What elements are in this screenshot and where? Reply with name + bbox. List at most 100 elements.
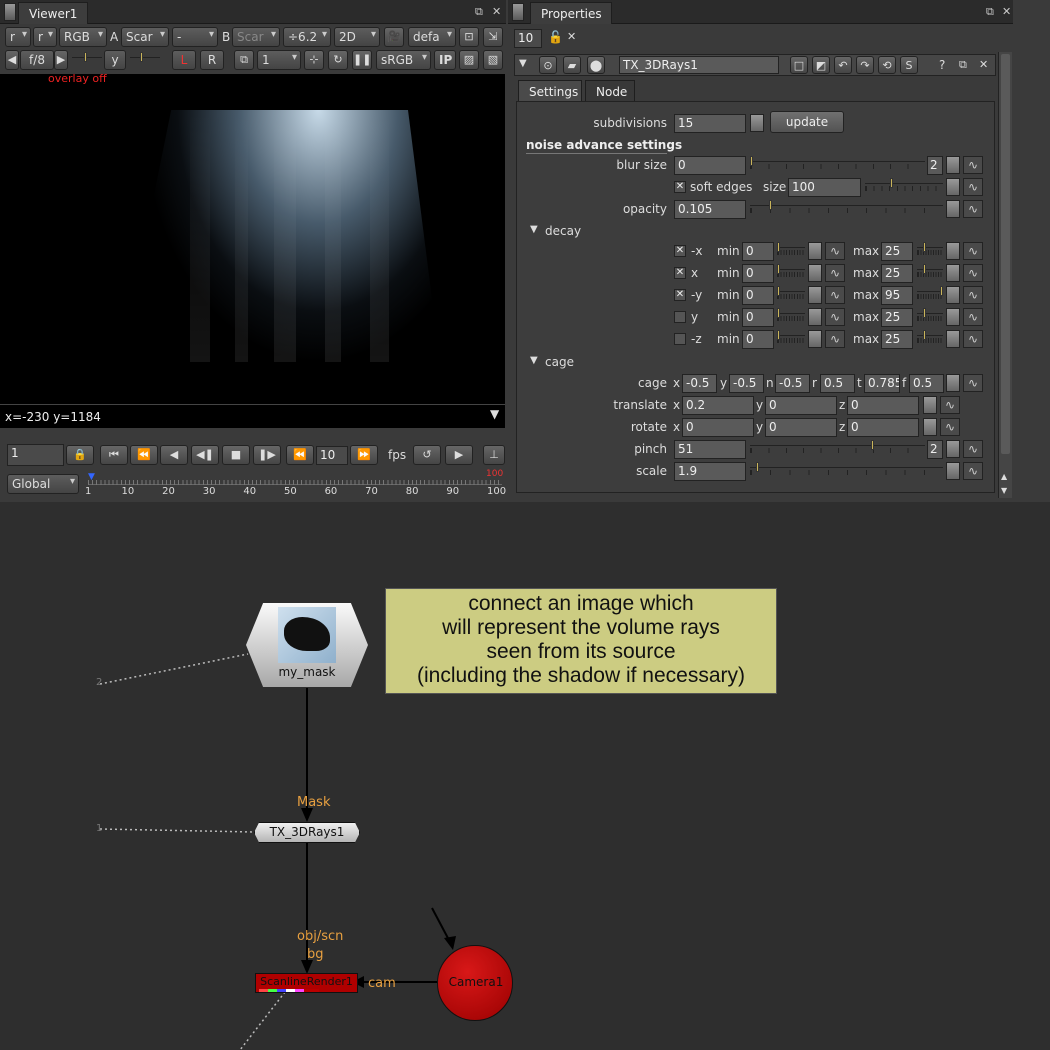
color-chip-icon[interactable]: ⬤ [587, 56, 605, 74]
curve-icon[interactable]: ∿ [963, 374, 983, 392]
camera-icon[interactable]: 🎥 [384, 27, 404, 47]
decay-axis-checkbox[interactable]: ✕ [674, 289, 686, 301]
cage-x-input[interactable]: -0.5 [682, 374, 717, 393]
wipe-icon[interactable]: ⇲ [483, 27, 503, 47]
collapse-icon[interactable]: ▼ [519, 58, 527, 69]
size-input[interactable]: 100 [788, 178, 861, 197]
animation-icon[interactable] [946, 440, 960, 458]
cage-f-input[interactable]: 0.5 [909, 374, 944, 393]
proxy-icon[interactable]: ⧉ [234, 50, 254, 70]
tab-settings[interactable]: Settings [518, 80, 582, 102]
node-graph[interactable]: 2 1 my_mask connect an image which will … [0, 502, 1050, 1050]
animation-icon[interactable] [923, 418, 937, 436]
decay-axis-checkbox[interactable]: ✕ [674, 267, 686, 279]
animation-icon[interactable] [946, 330, 960, 348]
loop-icon[interactable]: ↺ [413, 445, 441, 465]
view-icon[interactable]: ⊙ [539, 56, 557, 74]
current-frame-marker[interactable]: ▼ [88, 472, 95, 482]
curve-icon[interactable]: ∿ [963, 200, 983, 218]
stop-icon[interactable]: ■ [222, 445, 250, 465]
decay-min-slider[interactable] [777, 330, 805, 344]
cage-y-input[interactable]: -0.5 [729, 374, 764, 393]
curve-icon[interactable]: ∿ [825, 264, 845, 282]
decay-max-input[interactable]: 25 [881, 330, 913, 349]
my-mask-node[interactable]: my_mask [246, 603, 368, 687]
animation-icon[interactable] [946, 264, 960, 282]
skip-back-icon[interactable]: ⏪ [286, 445, 314, 465]
rotate-z-input[interactable]: 0 [847, 418, 919, 437]
snapshot-icon[interactable]: ⊡ [459, 27, 479, 47]
animation-icon[interactable] [946, 178, 960, 196]
tab-node[interactable]: Node [585, 80, 635, 102]
decay-max-input[interactable]: 95 [881, 286, 913, 305]
node-name-field[interactable]: TX_3DRays1 [619, 56, 779, 74]
playback-mode-icon[interactable]: ▶ [445, 445, 473, 465]
curve-icon[interactable]: ∿ [825, 242, 845, 260]
scale-slider[interactable] [750, 462, 943, 476]
translate-y-input[interactable]: 0 [765, 396, 837, 415]
curve-icon[interactable]: ∿ [963, 308, 983, 326]
viewer-canvas[interactable]: overlay off [0, 72, 505, 404]
gamma-slider[interactable] [130, 52, 160, 66]
tx-3drays-node[interactable]: TX_3DRays1 [254, 822, 360, 843]
animation-icon[interactable] [808, 308, 822, 326]
info-dropdown-icon[interactable]: ▼ [490, 407, 499, 421]
pinch-input[interactable]: 51 [674, 440, 746, 459]
colorspace-select[interactable]: sRGB [376, 50, 431, 70]
curve-icon[interactable]: ∿ [940, 396, 960, 414]
channel-r2-select[interactable]: r [33, 27, 57, 47]
cage-collapse-icon[interactable]: ▼ [530, 355, 538, 366]
undo-icon[interactable]: ↶ [834, 56, 852, 74]
float-icon[interactable]: ⧉ [475, 5, 483, 19]
decay-min-slider[interactable] [777, 286, 805, 300]
prev-keyframe-icon[interactable]: ⏪ [130, 445, 158, 465]
curve-icon[interactable]: ∿ [963, 462, 983, 480]
cage-t-input[interactable]: 0.785 [864, 374, 900, 393]
decay-min-slider[interactable] [777, 308, 805, 322]
scroll-down-icon[interactable]: ▼ [1001, 486, 1007, 495]
step-field[interactable]: 10 [316, 446, 348, 465]
curve-icon[interactable]: ∿ [825, 308, 845, 326]
decay-min-input[interactable]: 0 [742, 264, 774, 283]
roi-icon[interactable]: ⊹ [304, 50, 324, 70]
close-icon[interactable]: ✕ [492, 5, 501, 18]
float-icon[interactable]: ⧉ [959, 58, 967, 72]
fstop-field[interactable]: f/8 [20, 50, 54, 70]
ab-op-select[interactable]: - [172, 27, 218, 47]
skip-forward-icon[interactable]: ⏩ [350, 445, 378, 465]
decay-min-slider[interactable] [777, 242, 805, 256]
translate-z-input[interactable]: 0 [847, 396, 919, 415]
scroll-up-icon[interactable]: ▲ [1001, 472, 1007, 481]
close-icon[interactable]: ✕ [1002, 5, 1011, 18]
scanline-render-node[interactable]: ScanlineRender1 [255, 973, 358, 993]
max-panels-field[interactable]: 10 [514, 29, 542, 48]
animation-icon[interactable] [946, 462, 960, 480]
soft-edges-checkbox[interactable]: ✕ [674, 181, 686, 193]
gain-slider[interactable] [72, 52, 102, 66]
animation-icon[interactable] [946, 374, 960, 392]
animation-icon[interactable] [946, 308, 960, 326]
curve-icon[interactable]: ∿ [825, 330, 845, 348]
decay-max-slider[interactable] [917, 264, 943, 278]
decay-max-slider[interactable] [917, 308, 943, 322]
scale-input[interactable]: 1.9 [674, 462, 746, 481]
animation-icon[interactable] [946, 242, 960, 260]
play-backward-icon[interactable]: ◀ [160, 445, 188, 465]
channel-r1-select[interactable]: r [5, 27, 31, 47]
cage-r-input[interactable]: 0.5 [820, 374, 855, 393]
range-mode-select[interactable]: Global [7, 474, 79, 494]
gain-select[interactable]: ÷6.2 [283, 27, 331, 47]
update-button[interactable]: update [770, 111, 844, 133]
prev-fstop-icon[interactable]: ◀ [5, 50, 19, 70]
sticky-note[interactable]: connect an image which will represent th… [385, 588, 777, 694]
size-slider[interactable] [865, 178, 943, 192]
left-eye-button[interactable]: L [172, 50, 196, 70]
curve-icon[interactable]: ∿ [825, 286, 845, 304]
curve-icon[interactable]: ∿ [940, 418, 960, 436]
decay-max-input[interactable]: 25 [881, 308, 913, 327]
subdivisions-input[interactable]: 15 [674, 114, 746, 133]
next-fstop-icon[interactable]: ▶ [54, 50, 68, 70]
animation-icon[interactable] [808, 286, 822, 304]
pane-grip-icon[interactable] [4, 3, 16, 21]
a-input-select[interactable]: Scar [121, 27, 169, 47]
